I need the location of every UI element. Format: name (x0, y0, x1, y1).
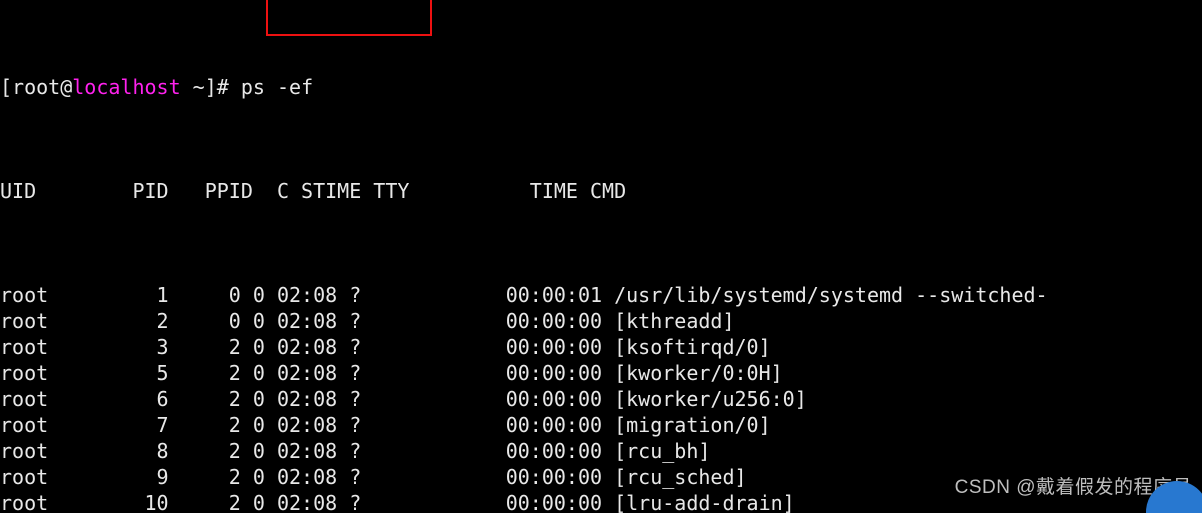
ps-header-row: UID PID PPID C STIME TTY TIME CMD (0, 179, 627, 203)
prompt-bracket-open: [ (0, 75, 13, 99)
process-row: root 9 2 0 02:08 ? 00:00:00 [rcu_sched] (0, 465, 747, 489)
prompt-hostname: localhost (72, 75, 181, 99)
process-row: root 7 2 0 02:08 ? 00:00:00 [migration/0… (0, 413, 771, 437)
process-row: root 6 2 0 02:08 ? 00:00:00 [kworker/u25… (0, 387, 807, 411)
prompt-sigil: # (216, 75, 241, 99)
prompt-cwd: ~ (180, 75, 205, 99)
process-row: root 5 2 0 02:08 ? 00:00:00 [kworker/0:0… (0, 361, 783, 385)
process-row: root 8 2 0 02:08 ? 00:00:00 [rcu_bh] (0, 439, 711, 463)
process-row: root 1 0 0 02:08 ? 00:00:01 /usr/lib/sys… (0, 283, 1048, 307)
process-row: root 10 2 0 02:08 ? 00:00:00 [lru-add-dr… (0, 491, 795, 513)
terminal-screen: [root@localhost ~]# ps -ef UID PID PPID … (0, 0, 1048, 513)
process-row: root 3 2 0 02:08 ? 00:00:00 [ksoftirqd/0… (0, 335, 771, 359)
ps-output-rows: root 1 0 0 02:08 ? 00:00:01 /usr/lib/sys… (0, 282, 1048, 513)
prompt-at-symbol: @ (60, 75, 73, 99)
process-row: root 2 0 0 02:08 ? 00:00:00 [kthreadd] (0, 309, 735, 333)
terminal-window[interactable]: [root@localhost ~]# ps -ef UID PID PPID … (0, 0, 1202, 513)
prompt-user: root (12, 75, 61, 99)
typed-command: ps -ef (240, 75, 314, 99)
prompt-bracket-close: ] (204, 75, 217, 99)
prompt-line: [root@localhost ~]# ps -ef (0, 74, 1048, 100)
